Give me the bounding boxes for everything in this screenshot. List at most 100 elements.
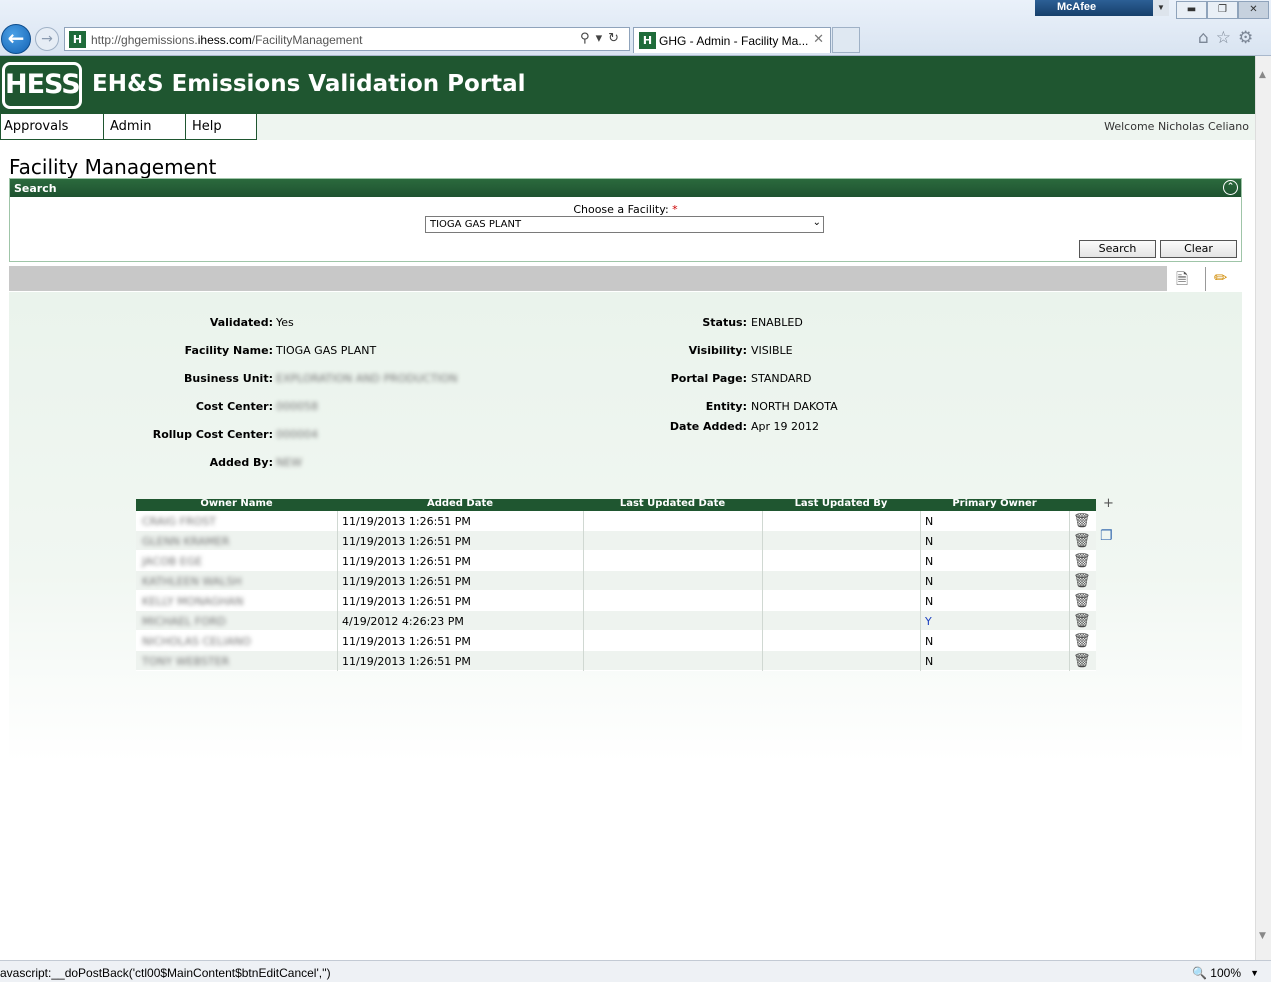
zoom-value: 100% <box>1210 966 1241 980</box>
added-date-cell: 4/19/2012 4:26:23 PM <box>342 615 464 628</box>
primary-owner-cell: N <box>925 635 934 648</box>
restore-icon[interactable]: ❐ <box>1207 1 1238 19</box>
window-controls: ▬ ❐ ✕ <box>1176 1 1271 19</box>
owner-name-cell: CRAIG FROST <box>142 515 216 528</box>
cost-center-label: Cost Center: <box>195 400 273 413</box>
address-actions[interactable]: ⚲▾↻ <box>580 31 625 46</box>
mcafee-toolbar[interactable]: McAfee ▼ <box>1035 0 1169 16</box>
delete-trash-icon[interactable]: 🗑 <box>1073 573 1091 589</box>
forward-arrow-icon[interactable]: → <box>35 27 59 51</box>
primary-owner-cell: N <box>925 555 934 568</box>
tab-close-icon[interactable]: ✕ <box>813 32 824 47</box>
business-unit-label: Business Unit: <box>184 372 273 385</box>
choose-facility-text: Choose a Facility: <box>573 203 669 216</box>
owner-name-cell: MICHAEL FORD <box>142 615 226 628</box>
column-divider <box>1069 591 1070 611</box>
entity-label: Entity: <box>705 400 747 413</box>
column-divider <box>583 651 584 671</box>
mcafee-label: McAfee <box>1057 1 1097 13</box>
collapse-icon[interactable]: ⌃ <box>1223 180 1238 195</box>
column-divider <box>762 611 763 631</box>
added-date-cell: 11/19/2013 1:26:51 PM <box>342 655 471 668</box>
page-title: Facility Management <box>9 155 217 179</box>
choose-facility-label: Choose a Facility: * <box>10 203 1241 216</box>
column-divider <box>920 531 921 551</box>
zoom-level[interactable]: 🔍 100% <box>1192 961 1241 985</box>
validated-label: Validated: <box>209 316 273 329</box>
delete-trash-icon[interactable]: 🗑 <box>1073 613 1091 629</box>
window-close-icon[interactable]: ✕ <box>1238 1 1269 19</box>
date-added-label: Date Added: <box>669 420 747 433</box>
column-divider <box>337 651 338 671</box>
mcafee-dropdown-icon[interactable]: ▼ <box>1153 0 1169 16</box>
add-owner-plus-icon[interactable]: + <box>1103 496 1114 511</box>
search-panel-title: Search <box>14 182 57 195</box>
column-divider <box>920 591 921 611</box>
delete-trash-icon[interactable]: 🗑 <box>1073 633 1091 649</box>
portal-page-value: STANDARD <box>751 372 812 385</box>
settings-gear-icon[interactable]: ⚙ <box>1238 28 1260 48</box>
browser-tab-active[interactable]: H GHG - Admin - Facility Ma... ✕ <box>633 27 831 53</box>
tab-title: GHG - Admin - Facility Ma... <box>659 34 809 48</box>
owner-name-cell: TONY WEBSTER <box>142 655 230 668</box>
primary-owner-cell: N <box>925 595 934 608</box>
home-icon[interactable]: ⌂ <box>1198 28 1216 48</box>
delete-trash-icon[interactable]: 🗑 <box>1073 653 1091 669</box>
owners-table: Owner Name Added Date Last Updated Date … <box>136 498 1096 671</box>
rollup-cost-center-value: 000004 <box>276 428 318 441</box>
scroll-down-icon[interactable]: ▼ <box>1259 931 1266 941</box>
new-tab-button[interactable] <box>832 27 860 53</box>
delete-trash-icon[interactable]: 🗑 <box>1073 553 1091 569</box>
search-panel-header[interactable]: Search ⌃ <box>10 179 1241 197</box>
edit-pencil-icon[interactable]: ✏ <box>1214 268 1236 288</box>
nav-item-approvals[interactable]: Approvals <box>0 114 104 140</box>
column-divider <box>337 511 338 531</box>
column-divider <box>583 631 584 651</box>
added-by-value: NEW <box>276 456 303 469</box>
favorites-star-icon[interactable]: ☆ <box>1216 28 1238 48</box>
delete-trash-icon[interactable]: 🗑 <box>1073 593 1091 609</box>
status-label: Status: <box>702 316 747 329</box>
site-favicon-icon: H <box>69 31 86 48</box>
col-added-date[interactable]: Added Date <box>337 498 583 509</box>
clear-button[interactable]: Clear <box>1160 240 1237 258</box>
toolbar-divider <box>1205 267 1206 291</box>
column-divider <box>337 571 338 591</box>
required-marker: * <box>672 203 678 216</box>
column-divider <box>1069 631 1070 651</box>
minimize-icon[interactable]: ▬ <box>1176 1 1207 19</box>
delete-trash-icon[interactable]: 🗑 <box>1073 533 1091 549</box>
table-row: TONY WEBSTER 11/19/2013 1:26:51 PM N 🗑 <box>136 651 1096 671</box>
search-panel: Search ⌃ Choose a Facility: * TIOGA GAS … <box>9 178 1242 262</box>
chevron-down-icon[interactable]: ⌄ <box>813 217 821 228</box>
column-divider <box>337 611 338 631</box>
facility-select[interactable]: TIOGA GAS PLANT ⌄ <box>425 216 824 233</box>
scroll-up-icon[interactable]: ▲ <box>1259 70 1266 80</box>
column-divider <box>1069 511 1070 531</box>
column-divider <box>762 631 763 651</box>
primary-owner-cell[interactable]: Y <box>925 615 932 628</box>
col-primary-owner[interactable]: Primary Owner <box>920 498 1069 509</box>
col-last-updated-date[interactable]: Last Updated Date <box>583 498 762 509</box>
nav-item-help[interactable]: Help <box>185 114 257 140</box>
column-divider <box>583 551 584 571</box>
col-owner-name[interactable]: Owner Name <box>136 498 337 509</box>
search-button[interactable]: Search <box>1079 240 1156 258</box>
zoom-dropdown-icon[interactable]: ▼ <box>1250 961 1259 985</box>
new-document-icon[interactable]: 🗎 <box>1176 269 1198 289</box>
table-row: MICHAEL FORD 4/19/2012 4:26:23 PM Y 🗑 <box>136 611 1096 631</box>
delete-trash-icon[interactable]: 🗑 <box>1073 513 1091 529</box>
table-row: GLENN KRAMER 11/19/2013 1:26:51 PM N 🗑 <box>136 531 1096 551</box>
address-bar[interactable]: H http://ghgemissions.ihess.com/Facility… <box>64 27 630 51</box>
vertical-scrollbar[interactable]: ▲ ▼ <box>1255 56 1271 960</box>
column-divider <box>920 571 921 591</box>
owner-name-cell: NICHOLAS CELIANO <box>142 635 251 648</box>
nav-item-admin[interactable]: Admin <box>103 114 186 140</box>
main-nav: Approvals Admin Help Welcome Nicholas Ce… <box>0 114 1255 140</box>
owners-table-body: CRAIG FROST 11/19/2013 1:26:51 PM N 🗑 GLENN … <box>136 511 1096 671</box>
column-divider <box>337 531 338 551</box>
copy-icon[interactable]: ❐ <box>1100 528 1113 544</box>
back-arrow-icon[interactable]: ← <box>1 24 31 54</box>
col-last-updated-by[interactable]: Last Updated By <box>762 498 920 509</box>
address-url[interactable]: http://ghgemissions.ihess.com/FacilityMa… <box>91 33 362 47</box>
